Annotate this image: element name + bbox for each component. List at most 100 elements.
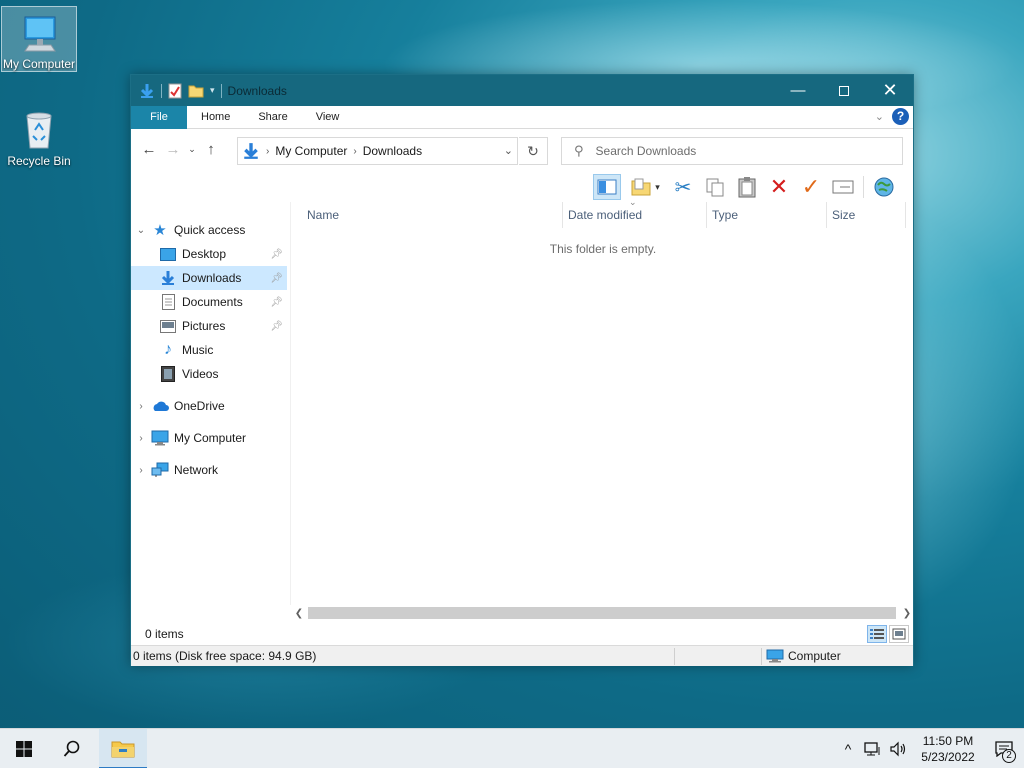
- title-bar[interactable]: ▾ Downloads — ✕: [131, 75, 913, 106]
- address-bar[interactable]: › My Computer › Downloads ⌄: [237, 137, 518, 165]
- expand-chevron-icon[interactable]: ›: [131, 433, 151, 444]
- breadcrumb-downloads[interactable]: Downloads: [363, 144, 422, 158]
- clock-date: 5/23/2022: [921, 750, 975, 764]
- nav-item-network[interactable]: › Network: [131, 458, 287, 482]
- globe-button[interactable]: [870, 174, 898, 200]
- desktop-icon-my-computer[interactable]: My Computer: [1, 6, 77, 72]
- address-dropdown-icon[interactable]: ⌄: [504, 144, 513, 157]
- nav-label: Desktop: [182, 247, 227, 261]
- volume-icon[interactable]: [889, 741, 909, 757]
- delete-x-icon: ✕: [769, 174, 789, 199]
- refresh-button[interactable]: ↻: [519, 137, 548, 165]
- expand-chevron-icon[interactable]: ›: [131, 401, 151, 412]
- clock[interactable]: 11:50 PM 5/23/2022: [912, 733, 984, 765]
- nav-label: Videos: [182, 367, 219, 381]
- collapse-chevron-icon[interactable]: ⌄: [131, 225, 151, 236]
- scrollbar-thumb[interactable]: [308, 607, 896, 619]
- properties-icon[interactable]: [168, 83, 182, 99]
- breadcrumb-my-computer[interactable]: My Computer: [275, 144, 347, 158]
- downloads-icon: [159, 270, 177, 286]
- large-icons-view-button[interactable]: [889, 625, 909, 643]
- cut-button[interactable]: ✂: [669, 174, 697, 200]
- preview-pane-button[interactable]: [593, 174, 621, 200]
- customize-qat-icon[interactable]: ▾: [210, 85, 215, 96]
- music-icon: ♪: [164, 341, 172, 358]
- nav-item-documents[interactable]: Documents 📌︎: [131, 290, 287, 314]
- properties-button[interactable]: ✓: [797, 174, 825, 200]
- minimize-button[interactable]: —: [775, 75, 821, 106]
- tab-share[interactable]: Share: [244, 106, 301, 129]
- nav-item-my-computer[interactable]: › My Computer: [131, 426, 287, 450]
- column-header-name[interactable]: Name: [307, 202, 339, 228]
- delete-button[interactable]: ✕: [765, 174, 793, 200]
- search-input[interactable]: Search Downloads: [596, 144, 697, 158]
- breadcrumb-chevron-icon[interactable]: ›: [266, 146, 269, 157]
- desktop-icon-label: My Computer: [2, 57, 76, 71]
- network-icon: [151, 462, 169, 478]
- details-view-icon: [870, 629, 884, 639]
- globe-icon: [874, 177, 894, 197]
- help-icon[interactable]: ?: [892, 108, 909, 125]
- nav-item-videos[interactable]: Videos: [131, 362, 287, 386]
- tab-home[interactable]: Home: [187, 106, 244, 129]
- downloads-icon: [244, 143, 258, 159]
- pin-icon[interactable]: 📌︎: [270, 249, 283, 260]
- nav-quick-access[interactable]: ⌄ ★ Quick access: [131, 218, 287, 242]
- close-button[interactable]: ✕: [867, 75, 913, 106]
- nav-label: Music: [182, 343, 214, 357]
- pictures-icon: [159, 318, 177, 334]
- search-icon: ⚲: [574, 143, 584, 158]
- nav-item-music[interactable]: ♪ Music: [131, 338, 287, 362]
- file-explorer-icon: [111, 741, 135, 758]
- back-button[interactable]: ←: [137, 137, 161, 161]
- navigation-bar: ← → ⌄ ↑ › My Computer › Downloads ⌄ ↻ ⚲ …: [131, 129, 913, 169]
- forward-button[interactable]: →: [161, 137, 185, 161]
- file-list-pane[interactable]: Name Date modified ⌄ Type Size This fold…: [293, 197, 913, 605]
- maximize-button[interactable]: [821, 75, 867, 106]
- show-hidden-icons-icon[interactable]: ^: [836, 741, 860, 757]
- desktop-icon-recycle-bin[interactable]: Recycle Bin: [1, 104, 77, 168]
- search-box[interactable]: ⚲ Search Downloads: [561, 137, 903, 165]
- expand-chevron-icon[interactable]: ›: [131, 465, 151, 476]
- nav-item-desktop[interactable]: Desktop 📌︎: [131, 242, 287, 266]
- search-button[interactable]: [48, 729, 96, 768]
- file-explorer-taskbar-button[interactable]: [99, 729, 147, 768]
- desktop-icon: [159, 246, 177, 262]
- new-folder-icon[interactable]: [188, 83, 204, 99]
- scroll-left-icon[interactable]: ❮: [291, 605, 307, 621]
- network-icon[interactable]: [863, 741, 883, 757]
- horizontal-scrollbar[interactable]: ❮ ❯: [291, 605, 915, 621]
- rename-button[interactable]: [829, 174, 857, 200]
- download-arrow-icon: [140, 83, 154, 98]
- computer-icon: [151, 430, 169, 446]
- pin-icon[interactable]: 📌︎: [270, 321, 283, 332]
- scroll-right-icon[interactable]: ❯: [899, 605, 915, 621]
- empty-folder-message: This folder is empty.: [549, 242, 657, 256]
- documents-icon: [159, 294, 177, 310]
- paste-icon: [738, 177, 756, 198]
- up-button[interactable]: ↑: [199, 137, 223, 161]
- nav-item-pictures[interactable]: Pictures 📌︎: [131, 314, 287, 338]
- breadcrumb-chevron-icon[interactable]: ›: [353, 146, 356, 157]
- nav-label: OneDrive: [174, 399, 225, 413]
- pin-icon[interactable]: 📌︎: [270, 297, 283, 308]
- details-view-button[interactable]: [867, 625, 887, 643]
- expand-ribbon-icon[interactable]: ⌄: [875, 110, 884, 123]
- tab-file[interactable]: File: [131, 105, 187, 129]
- nav-item-downloads[interactable]: Downloads 📌︎: [131, 266, 287, 290]
- start-button[interactable]: [0, 729, 48, 768]
- recycle-bin-icon: [26, 112, 52, 149]
- nav-item-onedrive[interactable]: › OneDrive: [131, 394, 287, 418]
- column-header-size[interactable]: Size: [832, 202, 855, 228]
- copy-button[interactable]: [701, 174, 729, 200]
- paste-button[interactable]: [733, 174, 761, 200]
- windows-logo-icon: [16, 741, 32, 757]
- ribbon-tabs: File Home Share View ⌄ ?: [131, 105, 913, 129]
- recent-locations-button[interactable]: ⌄: [185, 137, 199, 161]
- column-header-type[interactable]: Type: [712, 202, 738, 228]
- notification-count-badge: 2: [1002, 749, 1016, 763]
- pin-icon[interactable]: 📌︎: [270, 273, 283, 284]
- videos-icon: [159, 366, 177, 382]
- tab-view[interactable]: View: [302, 106, 354, 129]
- action-center-button[interactable]: 2: [984, 729, 1024, 768]
